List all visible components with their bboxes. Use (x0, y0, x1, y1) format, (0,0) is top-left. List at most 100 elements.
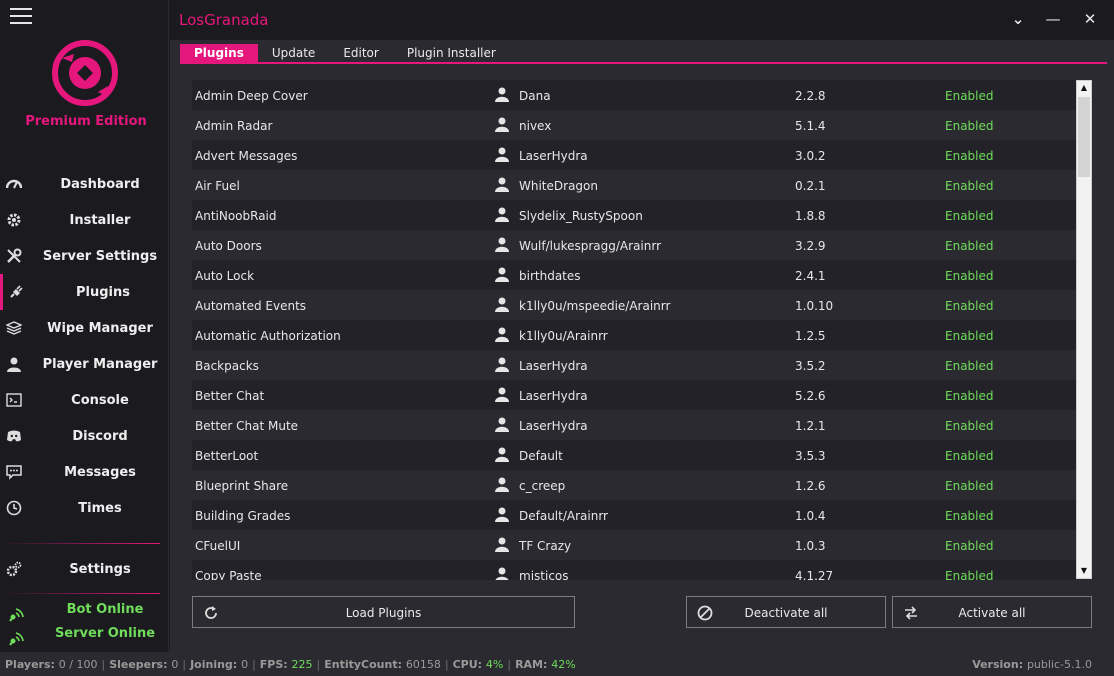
sidebar-item-label: Installer (69, 212, 131, 228)
plugin-status: Enabled (945, 149, 994, 163)
plugin-author: Default/Arainrr (519, 509, 608, 523)
sidebar-item-wipe-manager[interactable]: Wipe Manager (0, 310, 169, 346)
plugin-version: 1.2.6 (795, 479, 826, 493)
sidebar-item-console[interactable]: Console (0, 382, 169, 418)
cpu-value: 4% (485, 658, 504, 671)
user-icon (495, 567, 509, 580)
plug-icon (10, 285, 23, 298)
joining-value: 0 (241, 658, 249, 671)
table-row[interactable]: Better Chat LaserHydra 5.2.6 Enabled (192, 380, 1076, 410)
user-icon (495, 387, 509, 402)
plugin-status: Enabled (945, 329, 994, 343)
scroll-up-arrow-icon[interactable]: ▲ (1077, 81, 1091, 95)
plugin-name: Better Chat (195, 389, 265, 403)
plugin-author: c_creep (519, 479, 566, 493)
sidebar-item-settings[interactable]: Settings (0, 551, 169, 587)
scrollbar[interactable]: ▲ ▼ (1076, 80, 1092, 579)
sidebar-item-plugins[interactable]: Plugins (0, 274, 169, 310)
ram-value: 42% (551, 658, 576, 671)
sidebar-item-server-settings[interactable]: Server Settings (0, 238, 169, 274)
collapse-chevron-icon[interactable]: ⌄ (1007, 8, 1029, 30)
speedometer-icon (6, 179, 22, 189)
user-icon (495, 207, 509, 222)
plugin-status: Enabled (945, 209, 994, 223)
signal-icon (9, 608, 24, 622)
user-icon (495, 537, 509, 552)
sidebar-item-player-manager[interactable]: Player Manager (0, 346, 169, 382)
user-icon (495, 87, 509, 102)
plugin-list[interactable]: Admin Deep Cover Dana 2.2.8 Enabled Admin Ra… (192, 80, 1076, 580)
plugin-status: Enabled (945, 509, 994, 523)
app-title: LosGranada (179, 11, 269, 29)
table-row[interactable]: Admin Deep Cover Dana 2.2.8 Enabled (192, 80, 1076, 110)
table-row[interactable]: Backpacks LaserHydra 3.5.2 Enabled (192, 350, 1076, 380)
sidebar-item-label: Console (71, 392, 129, 408)
scroll-down-arrow-icon[interactable]: ▼ (1077, 564, 1091, 578)
plugin-status: Enabled (945, 389, 994, 403)
signal-icon (9, 632, 24, 646)
plugin-author: nivex (519, 119, 552, 133)
table-row[interactable]: Air Fuel WhiteDragon 0.2.1 Enabled (192, 170, 1076, 200)
table-row[interactable]: Copy Paste misticos 4.1.27 Enabled (192, 560, 1076, 580)
plugin-status: Enabled (945, 569, 994, 580)
plugin-status: Enabled (945, 419, 994, 433)
close-button[interactable]: ✕ (1079, 8, 1101, 30)
load-plugins-button[interactable]: Load Plugins (192, 596, 575, 628)
scroll-thumb[interactable] (1078, 97, 1090, 177)
edition-label: Premium Edition (25, 114, 147, 129)
tab-plugins[interactable]: Plugins (180, 44, 258, 62)
sidebar-item-times[interactable]: Times (0, 490, 169, 526)
entity-count-label: EntityCount: (324, 658, 403, 671)
tab-editor[interactable]: Editor (329, 44, 393, 62)
joining-label: Joining: (190, 658, 238, 671)
cpu-label: CPU: (452, 658, 483, 671)
tab-underline (180, 62, 1107, 64)
plugin-name: AntiNoobRaid (195, 209, 277, 223)
user-icon (495, 417, 509, 432)
table-row[interactable]: Advert Messages LaserHydra 3.0.2 Enabled (192, 140, 1076, 170)
version-label: Version: (972, 658, 1024, 671)
minimize-button[interactable]: — (1042, 8, 1064, 30)
plugin-name: Air Fuel (195, 179, 240, 193)
plugin-author: Slydelix_RustySpoon (519, 209, 643, 223)
plugin-version: 2.2.8 (795, 89, 826, 103)
hamburger-menu-icon[interactable] (10, 8, 32, 26)
user-icon (495, 267, 509, 282)
table-row[interactable]: Automated Events k1lly0u/mspeedie/Arainrr… (192, 290, 1076, 320)
plugin-version: 1.8.8 (795, 209, 826, 223)
plugin-author: k1lly0u/Arainrr (519, 329, 608, 343)
table-row[interactable]: Auto Doors Wulf/lukespragg/Arainrr 3.2.9 En… (192, 230, 1076, 260)
activate-all-label: Activate all (958, 606, 1026, 620)
table-row[interactable]: Automatic Authorization k1lly0u/Arainrr 1.… (192, 320, 1076, 350)
table-row[interactable]: Admin Radar nivex 5.1.4 Enabled (192, 110, 1076, 140)
sidebar-item-label: Plugins (76, 284, 130, 300)
user-icon (495, 447, 509, 462)
table-row[interactable]: Better Chat Mute LaserHydra 1.2.1 Enabled (192, 410, 1076, 440)
sidebar-item-discord[interactable]: Discord (0, 418, 169, 454)
table-row[interactable]: AntiNoobRaid Slydelix_RustySpoon 1.8.8 Enab… (192, 200, 1076, 230)
activate-all-button[interactable]: Activate all (892, 596, 1092, 628)
sidebar-item-dashboard[interactable]: Dashboard (0, 166, 169, 202)
table-row[interactable]: Blueprint Share c_creep 1.2.6 Enabled (192, 470, 1076, 500)
sidebar: Premium Edition Dashboard Installer Serv… (0, 0, 169, 652)
plugin-status: Enabled (945, 539, 994, 553)
plugin-name: Automated Events (195, 299, 307, 313)
plugin-name: Admin Radar (195, 119, 273, 133)
table-row[interactable]: CFuelUI TF Crazy 1.0.3 Enabled (192, 530, 1076, 560)
tab-update[interactable]: Update (258, 44, 329, 62)
tab-plugin-installer[interactable]: Plugin Installer (393, 44, 510, 62)
tab-bar: Plugins Update Editor Plugin Installer (180, 44, 510, 64)
sidebar-item-messages[interactable]: Messages (0, 454, 169, 490)
plugin-author: Wulf/lukespragg/Arainrr (519, 239, 662, 253)
table-row[interactable]: Auto Lock birthdates 2.4.1 Enabled (192, 260, 1076, 290)
table-row[interactable]: Building Grades Default/Arainrr 1.0.4 Enabl… (192, 500, 1076, 530)
plugin-status: Enabled (945, 449, 994, 463)
plugin-version: 5.2.6 (795, 389, 826, 403)
deactivate-all-button[interactable]: Deactivate all (686, 596, 886, 628)
plugin-name: Advert Messages (195, 149, 298, 163)
plugin-version: 3.0.2 (795, 149, 826, 163)
table-row[interactable]: BetterLoot Default 3.5.3 Enabled (192, 440, 1076, 470)
sidebar-item-installer[interactable]: Installer (0, 202, 169, 238)
plugin-status: Enabled (945, 89, 994, 103)
plugin-version: 3.5.3 (795, 449, 826, 463)
